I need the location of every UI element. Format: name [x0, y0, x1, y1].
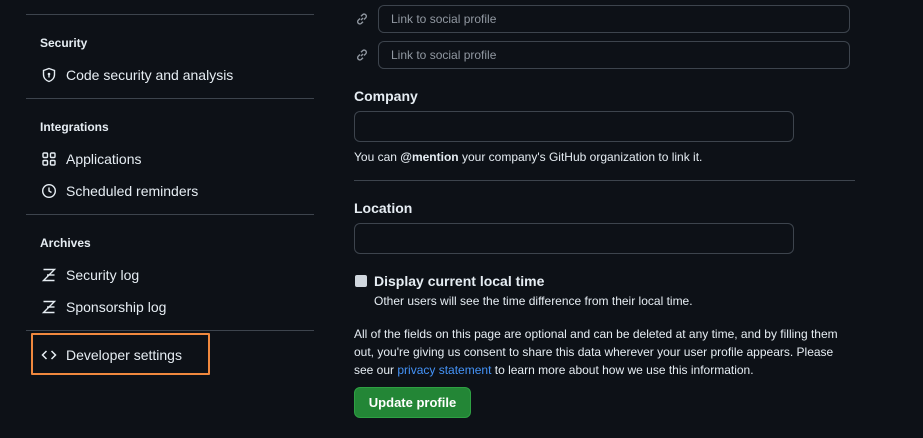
- social-link-input-2[interactable]: [378, 41, 850, 69]
- log-icon: [40, 266, 58, 284]
- sidebar-item-scheduled-reminders[interactable]: Scheduled reminders: [40, 179, 198, 203]
- sidebar-item-applications[interactable]: Applications: [40, 147, 142, 171]
- update-profile-button[interactable]: Update profile: [354, 387, 471, 418]
- link-icon: [354, 11, 370, 27]
- sidebar-item-security-log[interactable]: Security log: [40, 263, 139, 287]
- company-note: You can @mention your company's GitHub o…: [354, 150, 702, 164]
- social-link-input-1[interactable]: [378, 5, 850, 33]
- sidebar-divider: [26, 214, 314, 215]
- log-icon: [40, 298, 58, 316]
- sidebar-divider: [26, 98, 314, 99]
- sidebar-item-label: Security log: [66, 267, 140, 283]
- sidebar-divider: [26, 330, 314, 331]
- sidebar-item-label: Applications: [66, 151, 142, 167]
- section-divider: [354, 180, 855, 181]
- sidebar-item-label: Code security and analysis: [66, 67, 234, 83]
- disclaimer-part: to learn more about how we use this info…: [491, 363, 754, 377]
- link-icon: [354, 47, 370, 63]
- sidebar-divider: [26, 14, 314, 15]
- clock-icon: [40, 182, 58, 200]
- sidebar-item-code-security[interactable]: Code security and analysis: [40, 63, 233, 87]
- local-time-checkbox[interactable]: [355, 275, 367, 287]
- section-title-archives: Archives: [40, 236, 91, 250]
- local-time-note: Other users will see the time difference…: [374, 294, 693, 308]
- section-title-security: Security: [40, 36, 88, 50]
- mention-text: @mention: [400, 150, 459, 164]
- shield-lock-icon: [40, 66, 58, 84]
- section-title-integrations: Integrations: [40, 120, 109, 134]
- sidebar-item-label: Developer settings: [66, 347, 182, 363]
- company-input[interactable]: [354, 111, 794, 142]
- company-note-suffix: your company's GitHub organization to li…: [458, 150, 703, 164]
- sidebar-item-developer-settings[interactable]: Developer settings: [40, 343, 182, 367]
- company-label: Company: [354, 88, 418, 104]
- sidebar-item-label: Scheduled reminders: [66, 183, 199, 199]
- sidebar-item-label: Sponsorship log: [66, 299, 167, 315]
- code-icon: [40, 346, 58, 364]
- apps-grid-icon: [40, 150, 58, 168]
- company-note-prefix: You can: [354, 150, 401, 164]
- sidebar-item-sponsorship-log[interactable]: Sponsorship log: [40, 295, 166, 319]
- privacy-statement-link[interactable]: privacy statement: [397, 363, 491, 377]
- local-time-label: Display current local time: [374, 273, 545, 289]
- disclaimer-text: All of the fields on this page are optio…: [354, 325, 854, 379]
- location-label: Location: [354, 200, 413, 216]
- location-input[interactable]: [354, 223, 794, 254]
